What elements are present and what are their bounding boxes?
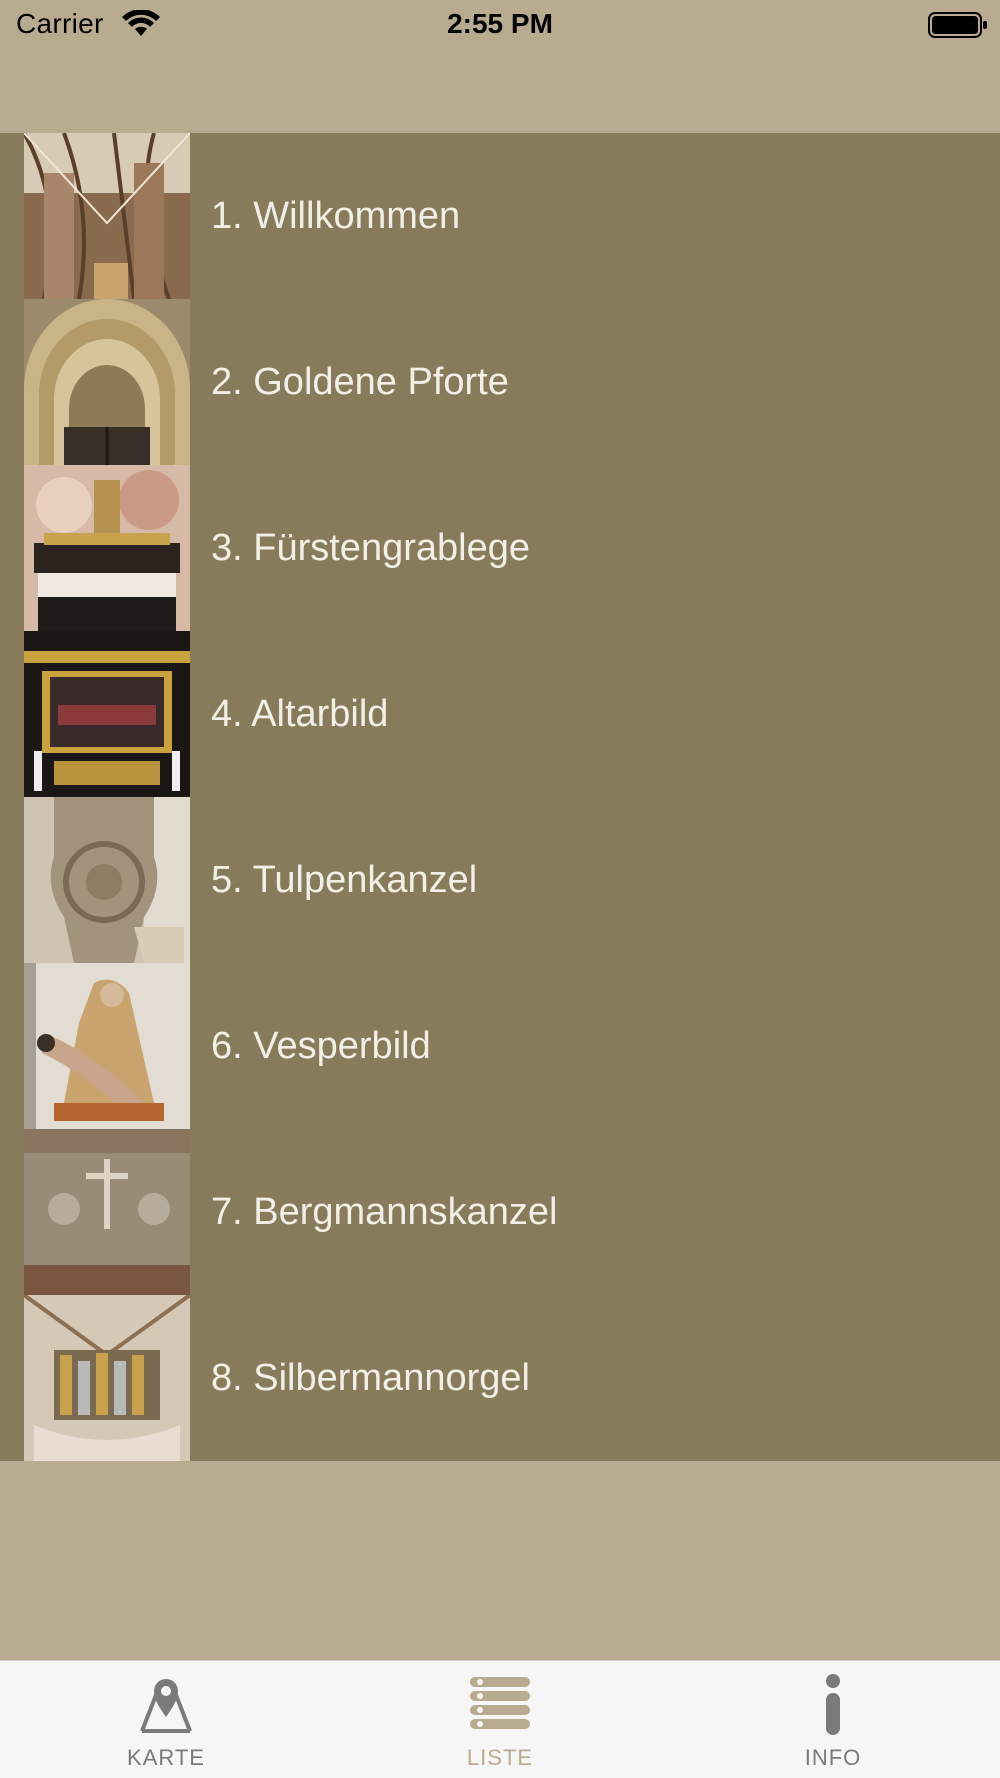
tab-label: LISTE: [466, 1745, 534, 1770]
princely-tomb-thumbnail: [24, 465, 190, 631]
tab-karte[interactable]: KARTE: [66, 1661, 266, 1778]
pieta-thumbnail: [24, 963, 190, 1129]
church-nave-vault-thumbnail: [24, 133, 190, 299]
tab-liste[interactable]: LISTE: [400, 1661, 600, 1778]
tulip-pulpit-thumbnail: [24, 797, 190, 963]
stop-label: 4. Altarbild: [211, 693, 389, 735]
stop-row-4[interactable]: 4. Altarbild: [0, 631, 1000, 797]
stop-label: 8. Silbermannorgel: [211, 1357, 530, 1399]
stop-row-7[interactable]: 7. Bergmannskanzel: [0, 1129, 1000, 1295]
stop-label: 6. Vesperbild: [211, 1025, 431, 1067]
tab-label: KARTE: [127, 1745, 205, 1770]
stop-label: 5. Tulpenkanzel: [211, 859, 478, 901]
golden-portal-thumbnail: [24, 299, 190, 465]
battery-icon: [928, 12, 987, 38]
miners-pulpit-thumbnail: [24, 1129, 190, 1295]
tab-info[interactable]: INFO: [733, 1661, 933, 1778]
stop-row-1[interactable]: 1. Willkommen: [0, 133, 1000, 299]
list-icon: [470, 1677, 530, 1729]
status-time: 2:55 PM: [447, 8, 553, 39]
stop-row-5[interactable]: 5. Tulpenkanzel: [0, 797, 1000, 963]
tab-label: INFO: [804, 1745, 862, 1770]
stop-label: 3. Fürstengrablege: [211, 527, 530, 569]
stop-label: 7. Bergmannskanzel: [211, 1191, 558, 1233]
map-pin-icon: [140, 1679, 192, 1733]
stop-row-8[interactable]: 8. Silbermannorgel: [0, 1295, 1000, 1461]
stop-row-2[interactable]: 2. Goldene Pforte: [0, 299, 1000, 465]
status-bar: Carrier 2:55 PM: [0, 0, 1000, 50]
stop-label: 2. Goldene Pforte: [211, 361, 509, 403]
stop-label: 1. Willkommen: [211, 195, 461, 237]
altarpiece-thumbnail: [24, 631, 190, 797]
stop-row-6[interactable]: 6. Vesperbild: [0, 963, 1000, 1129]
tab-bar: KARTE LISTE INFO: [0, 1660, 1000, 1778]
stop-list: 1. Willkommen 2. Goldene Pforte 3. Fürst…: [0, 133, 1000, 1461]
stop-row-3[interactable]: 3. Fürstengrablege: [0, 465, 1000, 631]
silbermann-organ-thumbnail: [24, 1295, 190, 1461]
info-icon: [826, 1674, 840, 1735]
